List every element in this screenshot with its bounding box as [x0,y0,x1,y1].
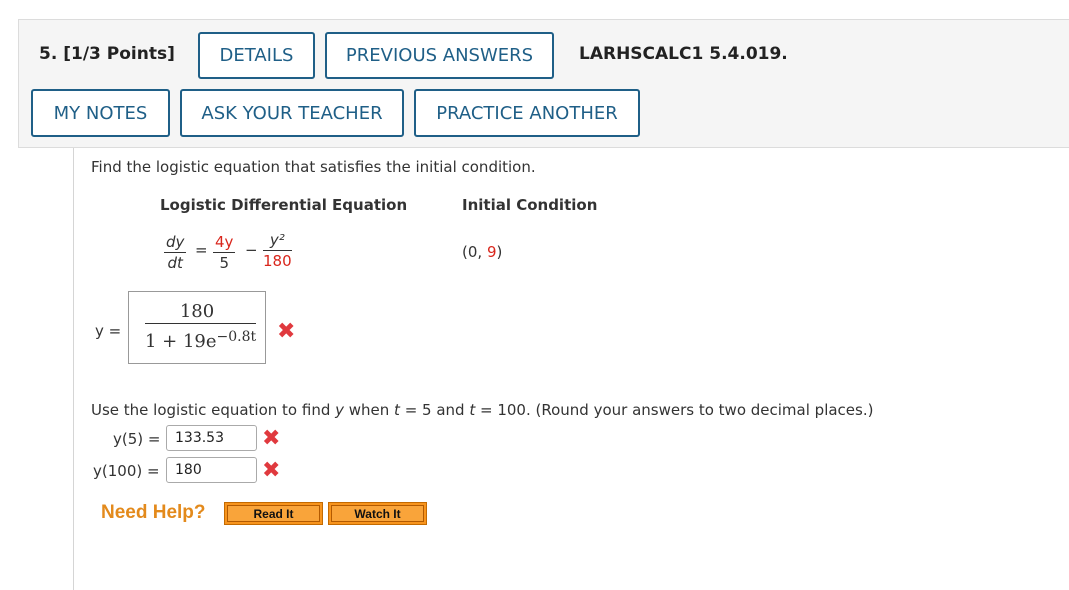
y-variable: y [335,401,344,419]
details-button[interactable]: DETAILS [198,32,315,79]
term1-fraction: 4y 5 [213,233,236,272]
question-number-text: 5. [39,44,58,64]
equals-sign: = [195,241,208,259]
content-divider [73,148,74,590]
dt-text: dt [167,254,183,272]
question-number: 5. [1/3 Points] [39,44,175,64]
part2-prompt: Use the logistic equation to find y when… [91,401,873,419]
y100-input[interactable]: 180 [166,457,257,483]
points-label: [1/3 Points] [63,44,175,64]
incorrect-icon: ✖ [262,426,281,451]
term2-denominator: 180 [263,252,292,270]
previous-answers-button[interactable]: PREVIOUS ANSWERS [325,32,554,79]
ask-your-teacher-button[interactable]: ASK YOUR TEACHER [180,89,404,137]
dy-dt-fraction: dy dt [164,233,187,272]
ic-open: (0, [462,243,487,261]
term1-denominator: 5 [219,254,229,272]
logistic-answer-box[interactable]: 180 1 + 19e−0.8t [128,291,266,364]
fraction-bar [145,323,256,324]
my-notes-button[interactable]: MY NOTES [31,89,170,137]
problem-prompt: Find the logistic equation that satisfie… [91,158,536,176]
ic-column-heading: Initial Condition [462,196,598,214]
initial-condition: (0, 9) [462,243,502,261]
practice-another-button[interactable]: PRACTICE ANOTHER [414,89,640,137]
de-column-heading: Logistic Differential Equation [160,196,408,214]
term1-numerator: 4y [213,233,236,253]
watch-it-button[interactable]: Watch It [328,502,427,525]
answer-numerator: 180 [179,301,215,322]
prompt-part-b: when [344,401,395,419]
problem-code: LARHSCALC1 5.4.019. [579,44,788,64]
y-equals-label: y = [95,322,122,340]
prompt-part-c: = 5 and [399,401,470,419]
answer-denominator: 1 + 19e−0.8t [145,329,257,352]
need-help-label: Need Help? [101,502,206,523]
incorrect-icon: ✖ [262,458,281,483]
read-it-label: Read It [227,505,320,522]
term2-numerator: y² [263,231,292,251]
prompt-part-a: Use the logistic equation to find [91,401,336,419]
term2-fraction: y² 180 [263,231,292,270]
den-base: 1 + 19e [145,331,217,352]
den-exponent: −0.8t [216,329,257,345]
dy-text: dy [164,233,187,253]
prompt-part-d: = 100. (Round your answers to two decima… [475,401,874,419]
incorrect-icon: ✖ [277,319,296,344]
minus-sign: − [245,241,258,259]
y5-input[interactable]: 133.53 [166,425,257,451]
ic-close: ) [496,243,503,261]
watch-it-label: Watch It [331,505,424,522]
y5-label: y(5) = [113,430,161,448]
y100-label: y(100) = [93,462,160,480]
read-it-button[interactable]: Read It [224,502,323,525]
